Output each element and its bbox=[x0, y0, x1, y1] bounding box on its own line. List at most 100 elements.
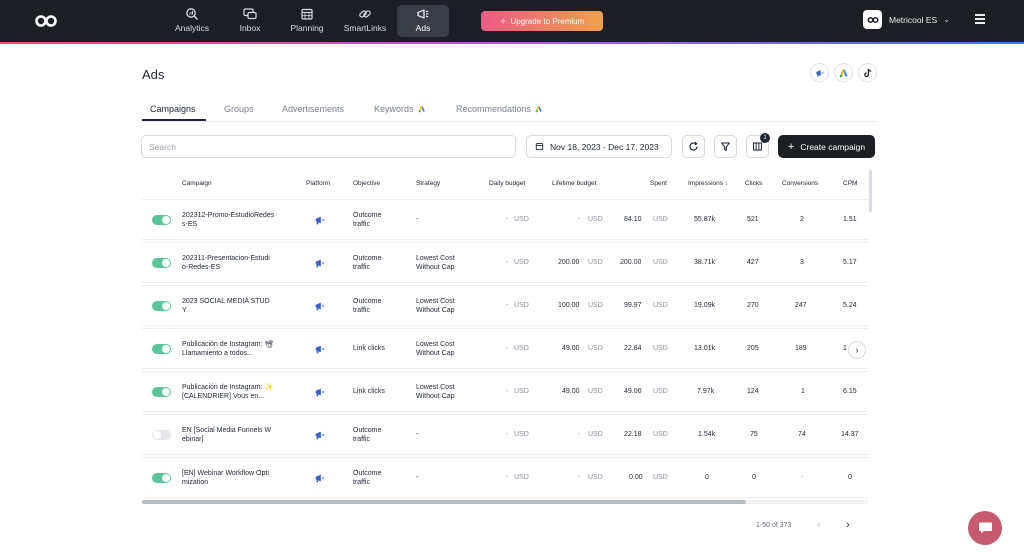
objective-line2: traffic bbox=[353, 264, 370, 271]
nav-ads[interactable]: Ads bbox=[397, 5, 449, 37]
campaign-status-toggle[interactable] bbox=[152, 430, 171, 440]
spent-value: 0.00 bbox=[629, 474, 643, 481]
campaign-name-line1[interactable]: 202311-Presentacion-Estudi bbox=[182, 254, 270, 263]
lifetime-budget: 49.00 bbox=[562, 388, 580, 395]
header-cpm[interactable]: CPM bbox=[843, 180, 857, 187]
header-objective[interactable]: Objective bbox=[353, 180, 380, 187]
header-strategy[interactable]: Strategy bbox=[416, 180, 440, 187]
calendar-icon bbox=[535, 143, 544, 151]
objective-line1: Link clicks bbox=[353, 388, 385, 395]
scroll-right-button[interactable]: › bbox=[848, 341, 866, 359]
campaign-name-line1[interactable]: EN [Social Media Funnels W bbox=[182, 426, 271, 435]
campaign-name-line2[interactable]: [CALENDRIER] Vous en... bbox=[182, 392, 264, 401]
spent-value: 99.97 bbox=[624, 302, 642, 309]
refresh-button[interactable] bbox=[682, 135, 705, 158]
campaign-name-line1[interactable]: 2023 SOCIAL MEDIA STUD bbox=[182, 297, 270, 306]
campaign-name-line1[interactable]: 202312-Promo-EstudioRedes bbox=[182, 211, 274, 220]
chevron-right-icon: › bbox=[855, 345, 859, 355]
menu-icon[interactable] bbox=[975, 14, 985, 24]
campaign-status-toggle[interactable] bbox=[152, 387, 171, 397]
upgrade-premium-button[interactable]: ✧ Upgrade to Premium bbox=[481, 11, 603, 31]
campaign-name-line2[interactable]: Llamamiento a todos... bbox=[182, 349, 253, 358]
cpm-value: 1.51 bbox=[843, 216, 857, 223]
header-spent[interactable]: Spent bbox=[650, 180, 667, 187]
search-input[interactable]: Search bbox=[141, 135, 516, 158]
campaign-name-line2[interactable]: mization bbox=[182, 478, 208, 487]
table-row[interactable]: [EN] Webinar Workflow Opti mization Outc… bbox=[142, 457, 868, 498]
next-page-button[interactable]: › bbox=[846, 519, 850, 531]
meta-ads-icon bbox=[315, 474, 325, 483]
vertical-scrollbar[interactable] bbox=[869, 170, 872, 212]
header-clicks[interactable]: Clicks bbox=[745, 180, 762, 187]
campaign-name-line2[interactable]: Y bbox=[182, 306, 187, 315]
header-impressions-label: Impressions bbox=[688, 180, 724, 187]
table-row[interactable]: 2023 SOCIAL MEDIA STUD Y Outcome traffic… bbox=[142, 285, 868, 326]
tab-campaigns[interactable]: Campaigns bbox=[150, 104, 196, 114]
previous-page-button[interactable]: ‹ bbox=[817, 519, 821, 531]
tab-groups[interactable]: Groups bbox=[224, 104, 254, 114]
campaign-status-toggle[interactable] bbox=[152, 258, 171, 268]
tiktok-icon[interactable] bbox=[858, 63, 877, 82]
lifetime-currency: USD bbox=[588, 431, 603, 438]
table-row[interactable]: 202312-Promo-EstudioRedes s-ES Outcome t… bbox=[142, 199, 868, 240]
nav-planning[interactable]: Planning bbox=[287, 5, 327, 37]
strategy-line2: Without Cap bbox=[416, 264, 455, 271]
campaign-name-line1[interactable]: Publicación de Instagram: ✨ bbox=[182, 383, 273, 392]
impressions-value: 1.54k bbox=[698, 431, 716, 438]
campaign-status-toggle[interactable] bbox=[152, 215, 171, 225]
filter-button[interactable] bbox=[714, 135, 737, 158]
columns-icon bbox=[753, 142, 762, 151]
objective-line1: Outcome bbox=[353, 255, 382, 262]
conversions-value: 189 bbox=[795, 345, 807, 352]
campaign-name-line1[interactable]: Publicación de Instagram: 📽 bbox=[182, 340, 273, 349]
header-conversions[interactable]: Conversions bbox=[782, 180, 818, 187]
campaign-status-toggle[interactable] bbox=[152, 301, 171, 311]
tab-advertisements-label: Advertisements bbox=[282, 104, 345, 114]
campaign-name-line1[interactable]: [EN] Webinar Workflow Opti bbox=[182, 469, 269, 478]
google-ads-icon[interactable] bbox=[834, 63, 853, 82]
sparkle-icon: ✧ bbox=[499, 16, 507, 26]
columns-count-badge: 1 bbox=[760, 133, 770, 143]
conversions-value: 1 bbox=[801, 388, 805, 395]
account-switcher[interactable]: Metricool ES ⌄ bbox=[863, 10, 950, 29]
chevron-down-icon: ⌄ bbox=[943, 15, 950, 24]
spent-value: 22.18 bbox=[624, 431, 642, 438]
tab-keywords[interactable]: Keywords bbox=[374, 104, 426, 114]
header-daily-budget[interactable]: Daily budget bbox=[489, 180, 525, 187]
metricool-logo-icon[interactable] bbox=[34, 13, 58, 29]
account-avatar bbox=[863, 10, 882, 29]
strategy-line1: Lowest Cost bbox=[416, 255, 455, 262]
nav-inbox[interactable]: Inbox bbox=[232, 5, 268, 37]
header-lifetime-budget[interactable]: Lifetime budget bbox=[552, 180, 596, 187]
daily-budget: - bbox=[506, 345, 509, 352]
upgrade-label: Upgrade to Premium bbox=[510, 16, 585, 26]
campaign-name-line2[interactable]: s-ES bbox=[182, 220, 197, 229]
table-row[interactable]: Publicación de Instagram: 📽 Llamamiento … bbox=[142, 328, 868, 369]
nav-smartlinks[interactable]: SmartLinks bbox=[342, 5, 388, 37]
plus-icon: + bbox=[787, 140, 795, 153]
campaign-status-toggle[interactable] bbox=[152, 473, 171, 483]
header-impressions[interactable]: Impressions ↓ bbox=[688, 180, 728, 187]
tab-advertisements[interactable]: Advertisements bbox=[282, 104, 344, 114]
nav-ads-label: Ads bbox=[415, 23, 431, 33]
campaign-status-toggle[interactable] bbox=[152, 344, 171, 354]
create-campaign-button[interactable]: + Create campaign bbox=[778, 135, 875, 158]
nav-analytics[interactable]: Analytics bbox=[170, 5, 214, 37]
objective-line1: Outcome bbox=[353, 470, 382, 477]
date-range-picker[interactable]: Nov 18, 2023 - Dec 17, 2023 bbox=[526, 135, 672, 158]
table-row[interactable]: 202311-Presentacion-Estudi o-Redes-ES Ou… bbox=[142, 242, 868, 283]
header-campaign[interactable]: Campaign bbox=[182, 180, 212, 187]
cpm-value: 5.17 bbox=[843, 259, 857, 266]
campaign-name-line2[interactable]: ebinar] bbox=[182, 435, 203, 444]
impressions-value: 19.09k bbox=[694, 302, 716, 309]
chat-support-button[interactable] bbox=[968, 511, 1002, 545]
meta-ads-icon[interactable] bbox=[810, 63, 829, 82]
header-platform[interactable]: Platform bbox=[306, 180, 330, 187]
table-row[interactable]: Publicación de Instagram: ✨ [CALENDRIER]… bbox=[142, 371, 868, 412]
horizontal-scrollbar-thumb[interactable] bbox=[142, 500, 746, 504]
table-row[interactable]: EN [Social Media Funnels W ebinar] Outco… bbox=[142, 414, 868, 455]
campaign-name-line2[interactable]: o-Redes-ES bbox=[182, 263, 220, 272]
conversions-value: 247 bbox=[795, 302, 807, 309]
tab-recommendations[interactable]: Recommendations bbox=[456, 104, 543, 114]
daily-budget: - bbox=[506, 431, 509, 438]
